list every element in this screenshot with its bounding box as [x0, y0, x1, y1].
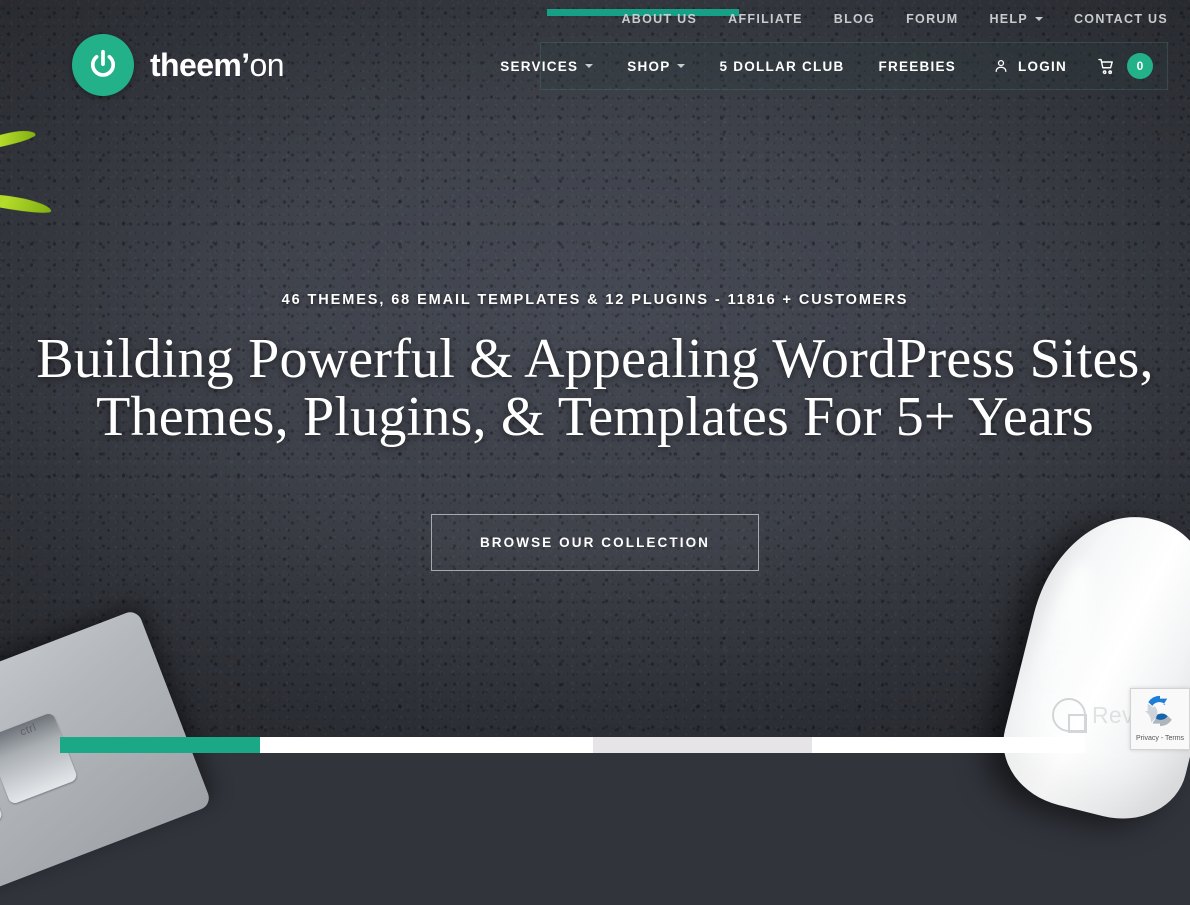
nav-item-shop[interactable]: Shop [610, 43, 702, 89]
power-icon [72, 34, 134, 96]
topnav-label: Affiliate [728, 12, 803, 26]
top-utility-nav: About Us Affiliate Blog Forum Help Conta… [0, 0, 1190, 38]
main-nav: Services Shop 5 Dollar Club Freebies Log… [500, 42, 1168, 90]
logo-wordmark-bold: theem’ [150, 47, 250, 83]
nav-item-freebies[interactable]: Freebies [861, 43, 973, 89]
nav-label: Shop [627, 58, 671, 74]
topnav-item-forum[interactable]: Forum [906, 12, 958, 26]
site-header: theem’on Services Shop 5 Dollar Club Fre… [0, 34, 1190, 100]
chevron-down-icon [677, 64, 686, 68]
cart-button[interactable]: 0 [1081, 43, 1167, 89]
cart-icon [1097, 57, 1116, 76]
nav-label: Freebies [878, 58, 956, 74]
page-title: Building Powerful & Appealing WordPress … [0, 328, 1190, 449]
recaptcha-icon [1143, 694, 1177, 733]
nav-label: Services [500, 58, 579, 74]
logo-wordmark-light: on [249, 47, 285, 83]
recaptcha-badge[interactable]: Privacy - Terms [1130, 688, 1190, 750]
nav-item-5-dollar-club[interactable]: 5 Dollar Club [702, 43, 861, 89]
chevron-down-icon [1034, 17, 1043, 21]
logo-wordmark: theem’on [150, 47, 285, 83]
topnav-item-help[interactable]: Help [989, 12, 1043, 26]
topnav-item-contact-us[interactable]: Contact Us [1074, 12, 1168, 26]
keyboard-key [0, 711, 79, 806]
next-section-peek [60, 737, 1085, 753]
nav-item-services[interactable]: Services [483, 43, 610, 89]
feature-card-green[interactable] [60, 737, 260, 753]
topnav-label: Forum [906, 12, 959, 26]
hero-eyebrow-text: 46 Themes, 68 Email Templates & 12 Plugi… [281, 292, 909, 308]
login-button[interactable]: Login [973, 43, 1081, 89]
chevron-down-icon [585, 64, 594, 68]
topnav-item-affiliate[interactable]: Affiliate [728, 12, 803, 26]
hero-section: 46 Themes, 68 Email Templates & 12 Plugi… [0, 292, 1190, 572]
cart-count-badge: 0 [1127, 53, 1153, 79]
topnav-label: Contact Us [1073, 12, 1168, 26]
login-label: Login [1018, 58, 1067, 74]
topnav-item-blog[interactable]: Blog [834, 12, 875, 26]
recaptcha-terms-label[interactable]: Privacy - Terms [1136, 735, 1184, 742]
topnav-label: About Us [621, 12, 698, 26]
feature-card-grey[interactable] [593, 737, 812, 753]
topnav-label: Blog [833, 12, 876, 26]
browse-collection-button[interactable]: Browse Our Collection [430, 514, 760, 572]
logo-link[interactable]: theem’on [72, 34, 285, 96]
user-icon [993, 58, 1009, 74]
nav-label: 5 Dollar Club [719, 58, 845, 74]
topnav-item-about-us[interactable]: About Us [621, 12, 697, 26]
topnav-label: Help [989, 12, 1028, 26]
hero-title-line-2: Themes, Plugins, & Templates For 5+ Year… [96, 386, 1094, 449]
hero-title-line-1: Building Powerful & Appealing WordPress … [36, 328, 1154, 390]
